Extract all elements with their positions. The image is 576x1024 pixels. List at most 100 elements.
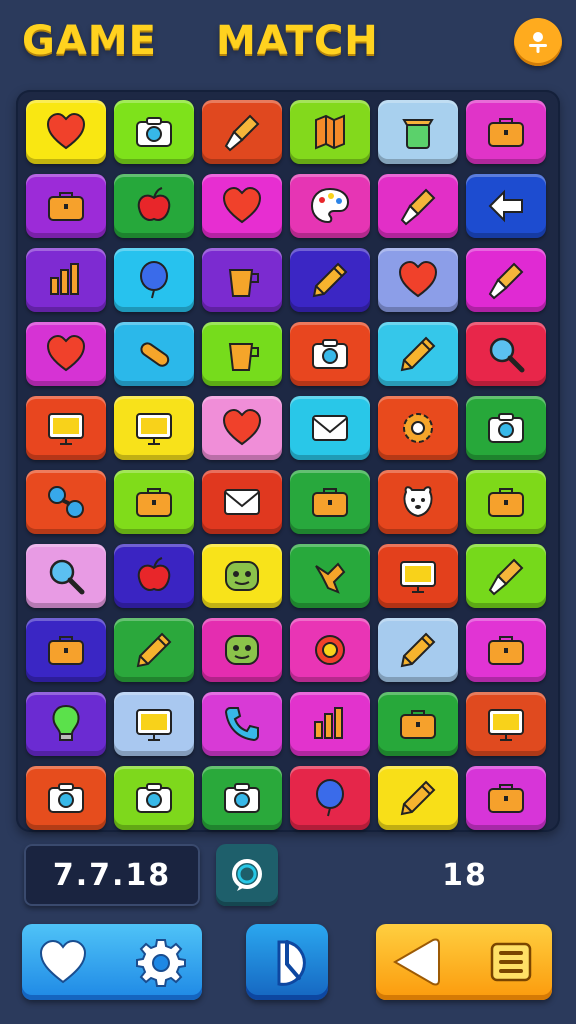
balloon-icon	[316, 779, 344, 817]
heart-icon	[46, 112, 86, 150]
menu-button[interactable]	[476, 930, 546, 994]
briefcase-icon	[488, 784, 524, 813]
apple-icon	[137, 557, 171, 591]
game-tile[interactable]	[202, 174, 282, 238]
game-tile[interactable]	[114, 396, 194, 460]
game-tile[interactable]	[466, 322, 546, 386]
dog-icon	[403, 486, 433, 518]
game-tile[interactable]	[378, 100, 458, 164]
game-tile[interactable]	[202, 322, 282, 386]
game-tile[interactable]	[466, 100, 546, 164]
game-tile[interactable]	[26, 544, 106, 608]
game-tile[interactable]	[26, 396, 106, 460]
title-game: GAME	[22, 18, 157, 64]
game-tile[interactable]	[466, 766, 546, 830]
game-tile[interactable]	[290, 248, 370, 312]
bottom-left-bar	[22, 924, 202, 1000]
game-tile[interactable]	[378, 692, 458, 756]
game-tile[interactable]	[26, 618, 106, 682]
brush-icon	[224, 114, 260, 152]
briefcase-icon	[48, 636, 84, 665]
game-tile[interactable]	[466, 692, 546, 756]
game-tile[interactable]	[114, 248, 194, 312]
game-tile[interactable]	[378, 544, 458, 608]
game-tile[interactable]	[26, 692, 106, 756]
balloon-icon	[140, 261, 168, 299]
game-tile[interactable]	[114, 692, 194, 756]
game-tile[interactable]	[466, 470, 546, 534]
game-tile[interactable]	[466, 618, 546, 682]
game-tile[interactable]	[290, 618, 370, 682]
score-text: 7.7.18	[52, 857, 172, 893]
game-tile[interactable]	[378, 396, 458, 460]
profile-button[interactable]	[514, 18, 562, 66]
briefcase-icon	[136, 488, 172, 517]
game-tile[interactable]	[290, 470, 370, 534]
game-tile[interactable]	[290, 766, 370, 830]
game-tile[interactable]	[378, 174, 458, 238]
game-tile[interactable]	[466, 544, 546, 608]
game-tile[interactable]	[378, 766, 458, 830]
game-tile[interactable]	[202, 470, 282, 534]
game-tile[interactable]	[202, 544, 282, 608]
game-tile[interactable]	[26, 100, 106, 164]
game-tile[interactable]	[290, 396, 370, 460]
game-tile[interactable]	[466, 174, 546, 238]
power-button[interactable]	[246, 924, 328, 1000]
settings-button[interactable]	[126, 930, 196, 994]
monitor-icon	[488, 709, 524, 741]
briefcase-icon	[400, 710, 436, 739]
game-tile[interactable]	[466, 396, 546, 460]
game-tile[interactable]	[202, 692, 282, 756]
brush-icon	[400, 188, 436, 226]
power-icon	[277, 940, 306, 986]
game-tile[interactable]	[26, 174, 106, 238]
pencil-icon	[400, 632, 436, 668]
game-tile[interactable]	[26, 248, 106, 312]
hint-button[interactable]	[216, 844, 278, 906]
pencil-icon	[136, 632, 172, 668]
pencil-icon	[312, 262, 348, 298]
game-tile[interactable]	[114, 322, 194, 386]
magnifier-icon	[489, 337, 525, 373]
game-tile[interactable]	[114, 618, 194, 682]
game-tile[interactable]	[202, 618, 282, 682]
map-icon	[315, 114, 345, 150]
game-tile[interactable]	[290, 174, 370, 238]
arrow-icon	[488, 189, 523, 223]
tile-grid	[26, 100, 546, 830]
game-tile[interactable]	[378, 618, 458, 682]
game-tile[interactable]	[114, 766, 194, 830]
game-tile[interactable]	[290, 100, 370, 164]
game-tile[interactable]	[114, 470, 194, 534]
game-tile[interactable]	[114, 544, 194, 608]
dumbbell-icon	[48, 486, 84, 518]
back-button[interactable]	[382, 930, 452, 994]
chart-icon	[314, 707, 343, 739]
menu-icon	[490, 942, 532, 982]
camera-icon	[136, 783, 172, 813]
game-tile[interactable]	[202, 396, 282, 460]
game-tile[interactable]	[26, 766, 106, 830]
game-tile[interactable]	[290, 544, 370, 608]
game-tile[interactable]	[202, 100, 282, 164]
game-tile[interactable]	[378, 248, 458, 312]
game-tile[interactable]	[26, 470, 106, 534]
briefcase-icon	[48, 192, 84, 221]
game-tile[interactable]	[378, 470, 458, 534]
palette-icon	[310, 187, 350, 224]
pencil-icon	[400, 336, 436, 372]
game-tile[interactable]	[290, 322, 370, 386]
camera-icon	[48, 783, 84, 813]
score-panel: 7.7.18	[24, 844, 200, 906]
game-tile[interactable]	[114, 174, 194, 238]
game-tile[interactable]	[202, 248, 282, 312]
game-tile[interactable]	[202, 766, 282, 830]
game-tile[interactable]	[26, 322, 106, 386]
game-tile[interactable]	[290, 692, 370, 756]
heart-button[interactable]	[28, 930, 98, 994]
envelope-icon	[224, 489, 260, 515]
game-tile[interactable]	[114, 100, 194, 164]
game-tile[interactable]	[466, 248, 546, 312]
game-tile[interactable]	[378, 322, 458, 386]
